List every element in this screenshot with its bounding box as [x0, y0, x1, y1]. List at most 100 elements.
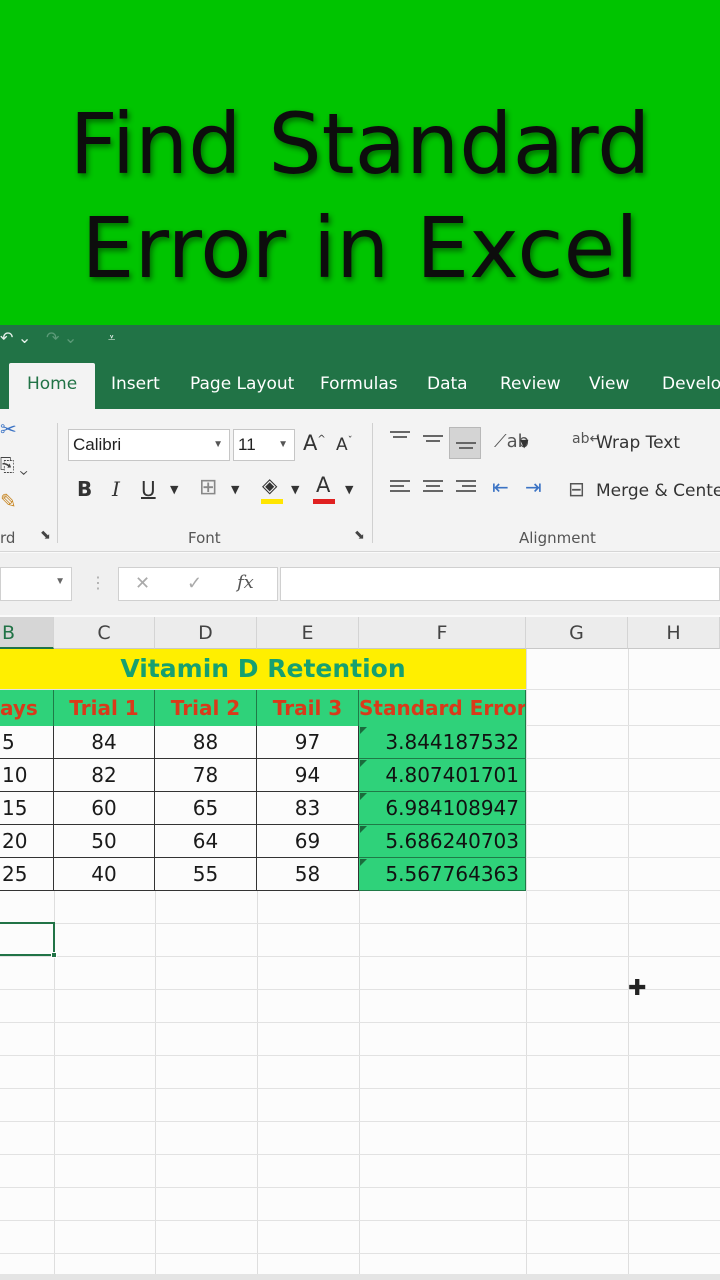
tab-developer[interactable]: Develop — [662, 363, 720, 409]
bold-button[interactable]: B — [77, 477, 92, 501]
table-cell[interactable]: 69 — [257, 825, 359, 858]
format-painter-icon[interactable]: ✎ — [0, 489, 17, 514]
fill-color-swatch — [261, 499, 283, 504]
table-cell[interactable]: 55 — [155, 858, 257, 891]
font-name-select[interactable]: Calibri ▼ — [68, 429, 230, 461]
clipboard-launcher-icon[interactable]: ⬊ — [40, 527, 51, 543]
standard-error-cell[interactable]: 5.567764363 — [359, 858, 526, 891]
redo-icon[interactable]: ↷ ⌄ — [46, 328, 77, 348]
fill-color-icon[interactable]: ◈ — [262, 473, 277, 497]
table-cell[interactable]: 78 — [155, 759, 257, 792]
table-cell[interactable]: 50 — [54, 825, 155, 858]
tab-view[interactable]: View — [589, 363, 629, 409]
header-cell-trial-2[interactable]: Trial 2 — [155, 690, 257, 726]
table-cell[interactable]: 40 — [54, 858, 155, 891]
chevron-down-icon[interactable]: ▼ — [520, 437, 528, 450]
chevron-down-icon[interactable]: ▼ — [345, 483, 353, 496]
chevron-down-icon[interactable]: ▼ — [170, 483, 178, 496]
increase-indent-icon[interactable]: ⇥ — [525, 475, 542, 499]
column-header-e[interactable]: E — [257, 617, 359, 649]
insert-function-button[interactable]: fx — [237, 572, 254, 593]
table-cell[interactable]: 97 — [257, 726, 359, 759]
align-right-icon[interactable] — [456, 480, 476, 496]
customize-icon[interactable]: ⩡ — [108, 330, 115, 346]
more-icon: ⋮ — [90, 575, 106, 592]
header-cell-trial-1[interactable]: Trial 1 — [54, 690, 155, 726]
header-cell-trail-3[interactable]: Trail 3 — [257, 690, 359, 726]
table-cell[interactable]: 58 — [257, 858, 359, 891]
merge-center-button[interactable]: Merge & Center — [596, 481, 720, 501]
table-cell[interactable]: 15 — [0, 792, 54, 825]
horizontal-scrollbar[interactable] — [0, 1274, 720, 1280]
tab-home[interactable]: Home — [9, 363, 96, 409]
tab-insert[interactable]: Insert — [111, 363, 160, 409]
wrap-text-button[interactable]: Wrap Text — [596, 433, 680, 453]
table-cell[interactable]: 25 — [0, 858, 54, 891]
tab-review[interactable]: Review — [500, 363, 561, 409]
copy-icon[interactable]: ⎘ ⌄ — [0, 455, 28, 476]
table-cell[interactable]: 82 — [54, 759, 155, 792]
shrink-font-button[interactable]: Aˇ — [336, 435, 353, 455]
table-cell[interactable]: 65 — [155, 792, 257, 825]
enter-icon[interactable]: ✓ — [187, 573, 202, 594]
table-cell[interactable]: 88 — [155, 726, 257, 759]
table-cell[interactable]: 60 — [54, 792, 155, 825]
italic-button[interactable]: I — [112, 477, 120, 501]
gridline — [0, 923, 720, 924]
standard-error-cell[interactable]: 5.686240703 — [359, 825, 526, 858]
table-title-cell[interactable]: Vitamin D Retention — [0, 649, 526, 689]
table-cell[interactable]: 20 — [0, 825, 54, 858]
table-cell[interactable]: 10 — [0, 759, 54, 792]
font-launcher-icon[interactable]: ⬊ — [354, 527, 365, 543]
gridline — [0, 1220, 720, 1221]
chevron-down-icon[interactable]: ▼ — [231, 483, 239, 496]
column-header-d[interactable]: D — [155, 617, 257, 649]
font-color-button[interactable]: A — [316, 473, 330, 497]
column-header-b[interactable]: B — [0, 617, 54, 649]
grow-font-button[interactable]: A^ — [303, 431, 326, 455]
align-center-icon[interactable] — [423, 480, 443, 496]
standard-error-cell[interactable]: 4.807401701 — [359, 759, 526, 792]
font-size-select[interactable]: 11 ▼ — [233, 429, 295, 461]
table-cell[interactable]: 83 — [257, 792, 359, 825]
tab-formulas[interactable]: Formulas — [320, 363, 398, 409]
formula-input[interactable] — [280, 567, 720, 601]
name-box[interactable]: ▼ — [0, 567, 72, 601]
tab-data[interactable]: Data — [427, 363, 468, 409]
ribbon-home-panel: ✂ ⎘ ⌄ ✎ rd ⬊ Calibri ▼ 11 ▼ A^ Aˇ B I U … — [0, 409, 720, 552]
align-left-icon[interactable] — [390, 480, 410, 496]
standard-error-cell[interactable]: 3.844187532 — [359, 726, 526, 759]
banner-title: Find Standard Error in Excel — [69, 95, 651, 297]
alignment-group-label: Alignment — [519, 529, 596, 547]
gridline — [0, 1154, 720, 1155]
column-header-h[interactable]: H — [628, 617, 720, 649]
column-header-f[interactable]: F — [359, 617, 526, 649]
gridline — [0, 1187, 720, 1188]
decrease-indent-icon[interactable]: ⇤ — [492, 475, 509, 499]
borders-icon[interactable]: ⊞ — [199, 475, 217, 500]
table-cell[interactable]: 64 — [155, 825, 257, 858]
header-cell-days[interactable]: ays — [0, 690, 54, 726]
formula-buttons: ✕ ✓ fx — [118, 567, 278, 601]
align-middle-icon[interactable] — [423, 435, 443, 451]
tab-page-layout[interactable]: Page Layout — [190, 363, 294, 409]
font-color-swatch — [313, 499, 335, 504]
undo-icon[interactable]: ↶ ⌄ — [0, 328, 31, 348]
align-top-icon[interactable] — [390, 431, 410, 447]
table-cell[interactable]: 5 — [0, 726, 54, 759]
cut-icon[interactable]: ✂ — [0, 417, 17, 442]
column-header-c[interactable]: C — [54, 617, 155, 649]
table-cell[interactable]: 94 — [257, 759, 359, 792]
gridline — [526, 649, 527, 1280]
header-cell-standard-error[interactable]: Standard Error — [359, 690, 526, 726]
cancel-icon[interactable]: ✕ — [135, 573, 150, 594]
underline-button[interactable]: U — [141, 477, 156, 501]
fill-handle[interactable] — [51, 952, 57, 958]
active-cell-selection[interactable] — [0, 922, 55, 956]
column-header-g[interactable]: G — [526, 617, 628, 649]
divider — [57, 423, 58, 543]
align-bottom-button[interactable] — [449, 427, 481, 459]
standard-error-cell[interactable]: 6.984108947 — [359, 792, 526, 825]
table-cell[interactable]: 84 — [54, 726, 155, 759]
chevron-down-icon[interactable]: ▼ — [291, 483, 299, 496]
